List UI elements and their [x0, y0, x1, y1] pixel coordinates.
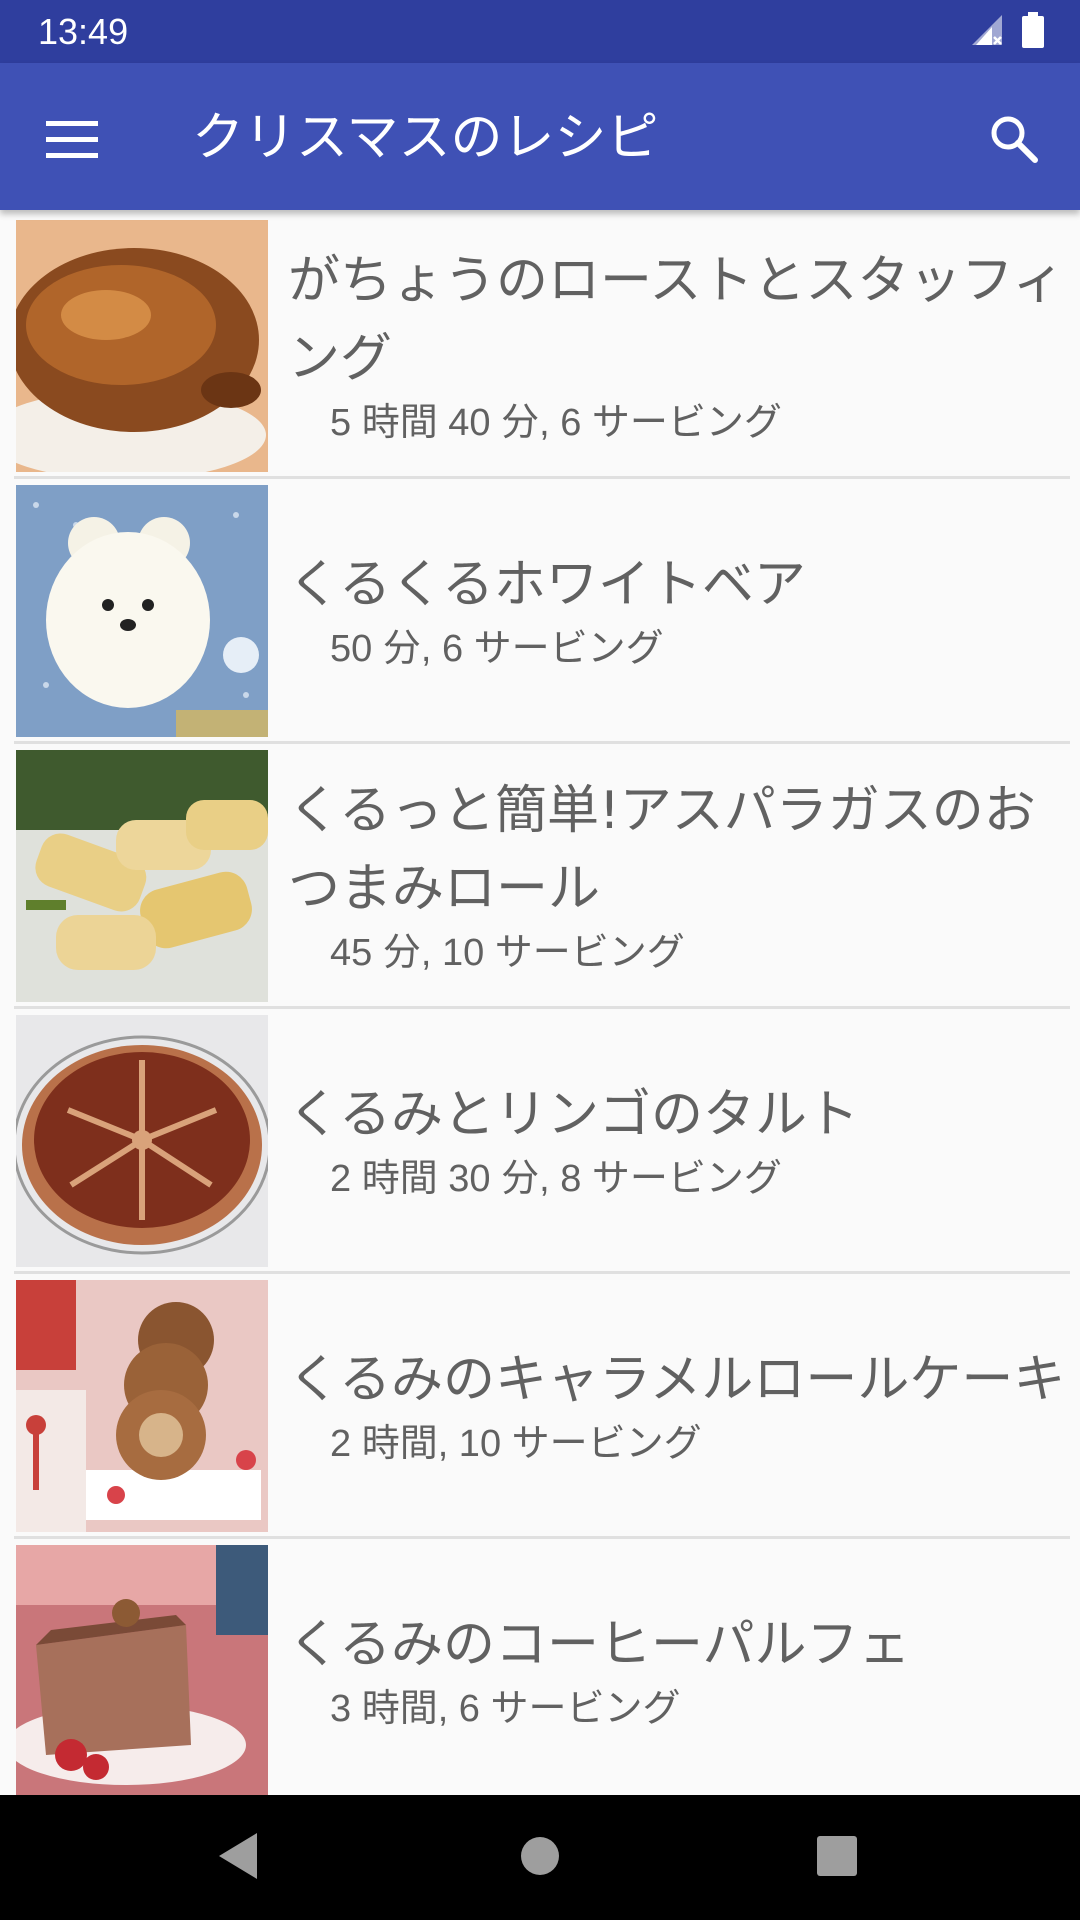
back-button[interactable]: [206, 1825, 272, 1891]
navigation-bar: [0, 1795, 1080, 1920]
status-bar: 13:49: [0, 0, 1080, 63]
recipe-meta: 50 分, 6 サービング: [330, 628, 664, 670]
recipe-meta: 2 時間, 10 サービング: [330, 1423, 702, 1465]
recipe-text: くるみとリンゴのタルト 2 時間 30 分, 8 サービング: [288, 1009, 1068, 1271]
white-bear-cake-photo: [16, 485, 268, 737]
caramel-roll-cake-photo: [16, 1280, 268, 1532]
recipe-meta: 2 時間 30 分, 8 サービング: [330, 1158, 782, 1200]
list-item[interactable]: くるっと簡単!アスパラガスのおつまみロール 45 分, 10 サービング: [14, 744, 1070, 1009]
page-title: クリスマスのレシピ: [192, 108, 659, 168]
recipe-meta: 3 時間, 6 サービング: [330, 1688, 681, 1730]
recipe-text: がちょうのローストとスタッフィング 5 時間 40 分, 6 サービング: [288, 214, 1068, 476]
recipe-title: くるっと簡単!アスパラガスのおつまみロール: [288, 781, 1036, 919]
coffee-parfait-photo: [16, 1545, 268, 1795]
walnut-apple-tart-photo: [16, 1015, 268, 1267]
status-time: 13:49: [38, 11, 129, 52]
back-icon: [217, 1831, 261, 1885]
signal-no-data-icon: [970, 13, 1004, 51]
roast-goose-photo: [16, 220, 268, 472]
search-button[interactable]: [972, 99, 1056, 183]
recipe-meta: 5 時間 40 分, 6 サービング: [330, 402, 782, 444]
list-item[interactable]: くるみのキャラメルロールケーキ 2 時間, 10 サービング: [14, 1274, 1070, 1539]
recipe-text: くるみのコーヒーパルフェ 3 時間, 6 サービング: [288, 1539, 1068, 1795]
home-icon: [520, 1836, 560, 1880]
list-item[interactable]: がちょうのローストとスタッフィング 5 時間 40 分, 6 サービング: [14, 214, 1070, 479]
recipe-meta: 45 分, 10 サービング: [330, 932, 685, 974]
menu-icon: [46, 119, 98, 163]
recipe-title: がちょうのローストとスタッフィング: [288, 251, 1065, 389]
list-item[interactable]: くるくるホワイトベア 50 分, 6 サービング: [14, 479, 1070, 744]
recipe-title: くるくるホワイトベア: [288, 555, 806, 615]
app-bar: クリスマスのレシピ: [0, 63, 1080, 210]
search-icon: [989, 114, 1039, 168]
recipe-text: くるみのキャラメルロールケーキ 2 時間, 10 サービング: [288, 1274, 1068, 1536]
recipe-title: くるみのコーヒーパルフェ: [288, 1615, 911, 1675]
battery-full-icon: [1022, 12, 1044, 52]
home-button[interactable]: [507, 1825, 573, 1891]
recipe-title: くるみとリンゴのタルト: [288, 1085, 859, 1145]
recents-icon: [817, 1836, 857, 1880]
list-item[interactable]: くるみとリンゴのタルト 2 時間 30 分, 8 サービング: [14, 1009, 1070, 1274]
recipe-title: くるみのキャラメルロールケーキ: [288, 1350, 1066, 1410]
list-item[interactable]: くるみのコーヒーパルフェ 3 時間, 6 サービング: [14, 1539, 1070, 1795]
status-icons: [970, 12, 1044, 52]
menu-button[interactable]: [30, 99, 114, 183]
recents-button[interactable]: [804, 1825, 870, 1891]
recipe-list[interactable]: がちょうのローストとスタッフィング 5 時間 40 分, 6 サービング くるく…: [0, 210, 1080, 1795]
recipe-text: くるっと簡単!アスパラガスのおつまみロール 45 分, 10 サービング: [288, 744, 1068, 1006]
recipe-text: くるくるホワイトベア 50 分, 6 サービング: [288, 479, 1068, 741]
asparagus-roll-photo: [16, 750, 268, 1002]
